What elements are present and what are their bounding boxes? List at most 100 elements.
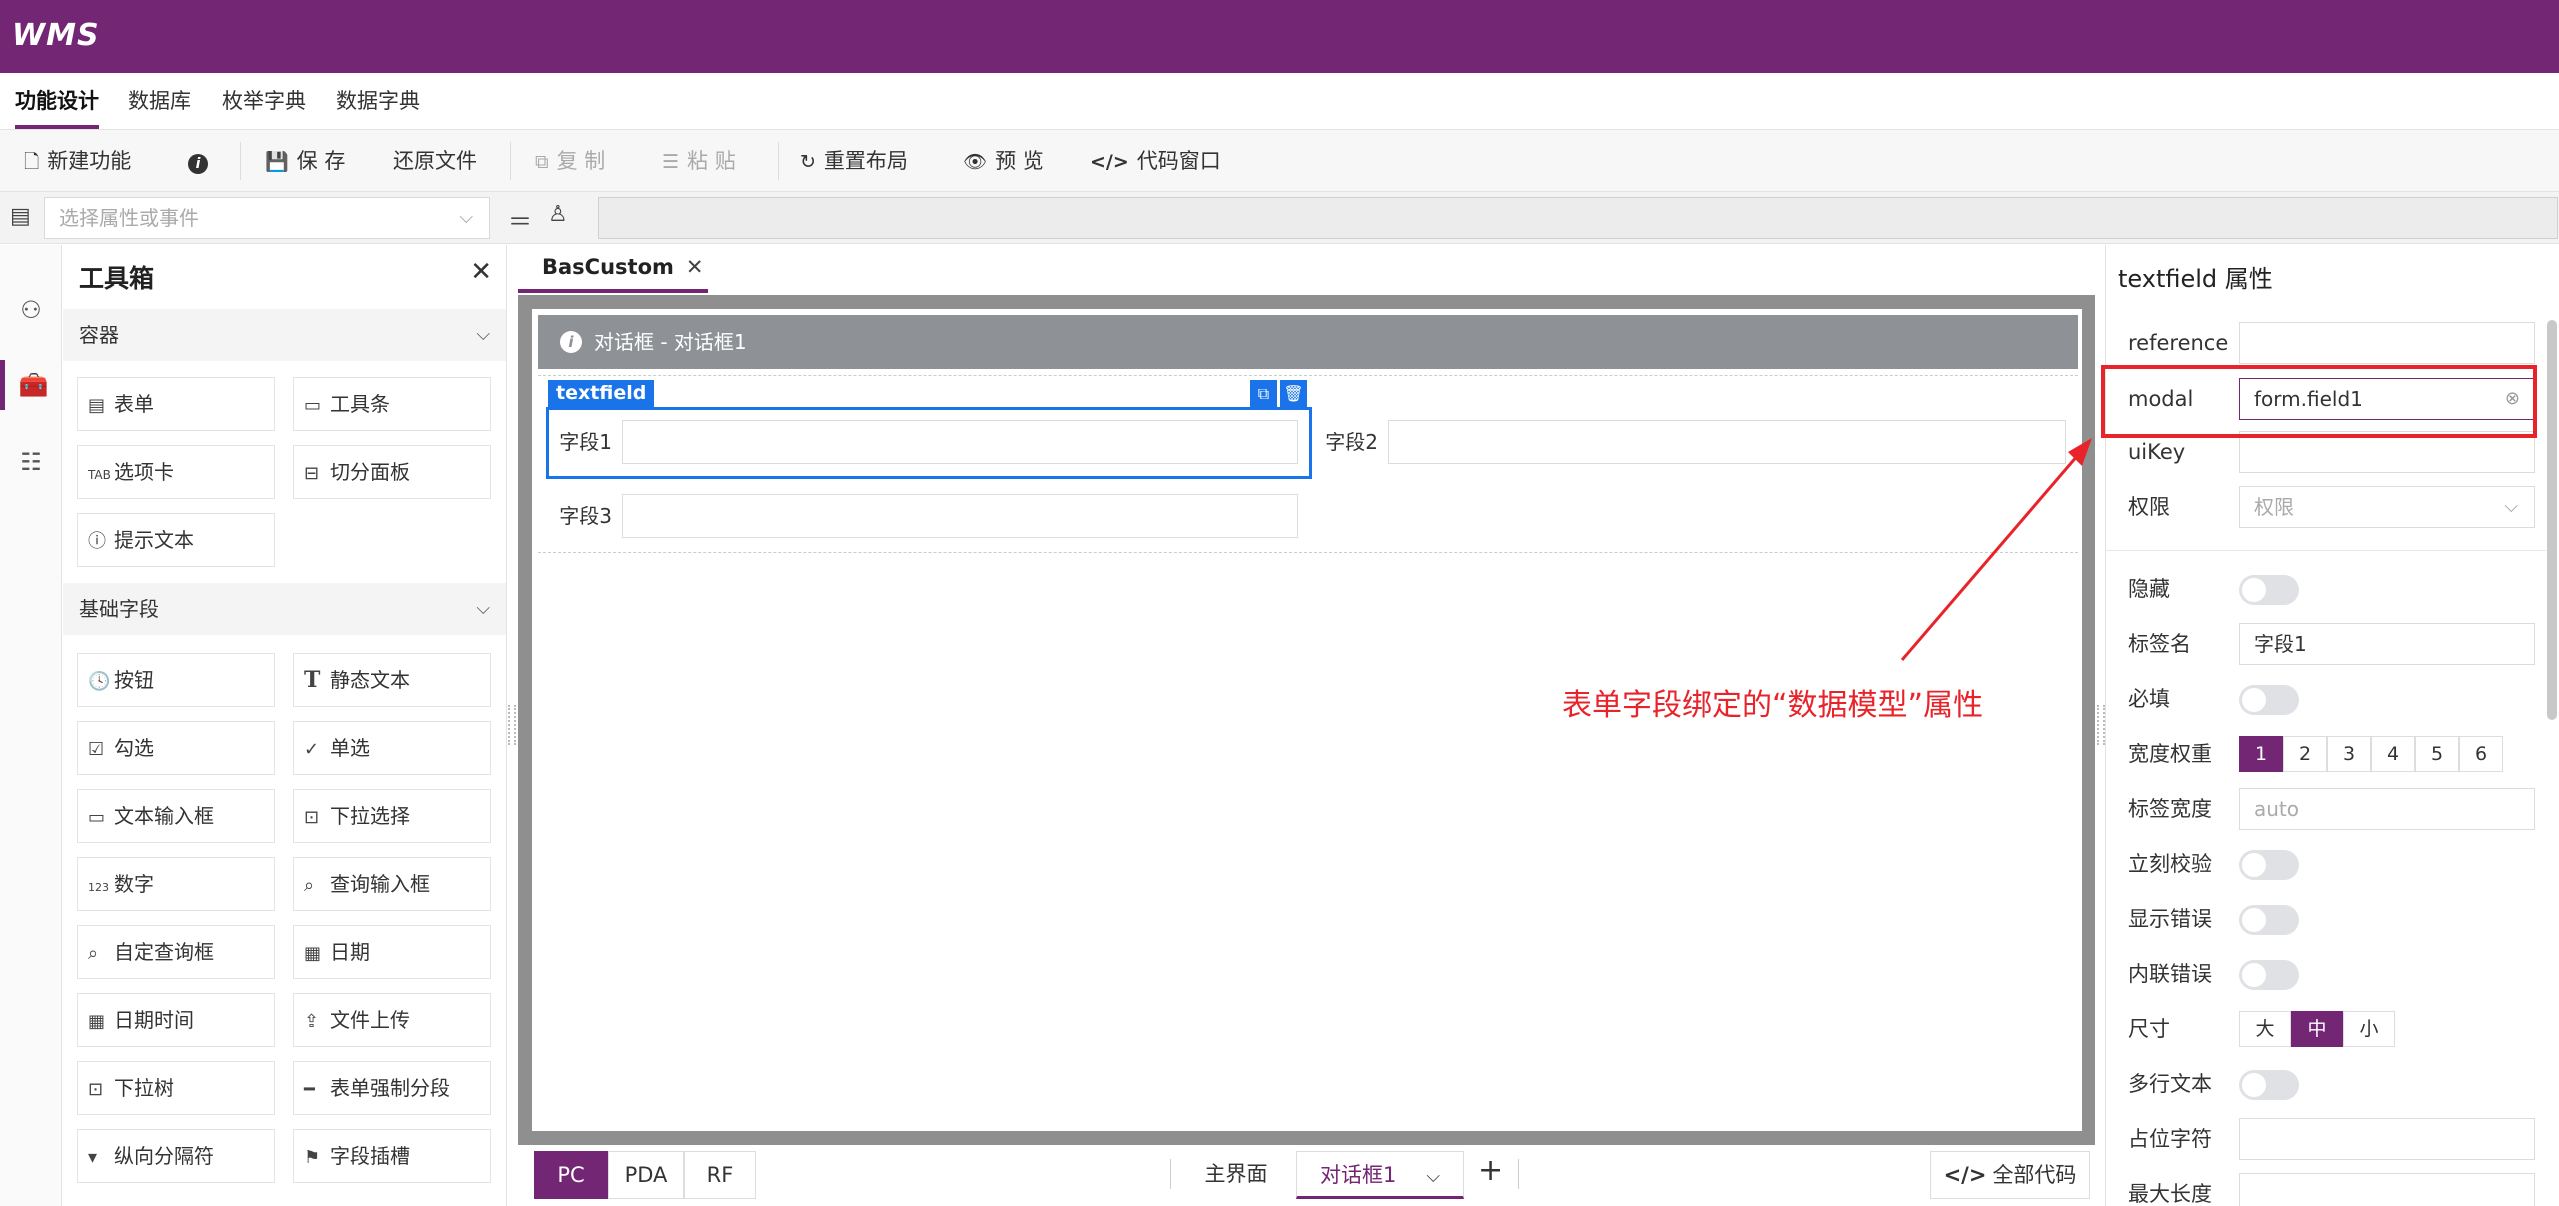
divider — [1170, 1159, 1171, 1189]
right-splitter-handle[interactable] — [2097, 705, 2105, 745]
tree-icon: ⊡ — [88, 1079, 104, 1100]
tool-dropdown[interactable]: ⊡ 下拉选择 — [293, 789, 491, 843]
tool-number[interactable]: 123 数字 — [77, 857, 275, 911]
components-icon[interactable]: ⚇ — [0, 285, 62, 335]
width-weight-5[interactable]: 5 — [2415, 736, 2459, 772]
property-event-select[interactable]: 选择属性或事件 ⌵ — [44, 197, 490, 239]
required-toggle[interactable] — [2239, 685, 2299, 715]
view-tab-main[interactable]: 主界面 — [1186, 1151, 1286, 1199]
prop-size: 尺寸 大 中 小 — [2106, 1005, 2546, 1053]
width-weight-1[interactable]: 1 — [2239, 736, 2283, 772]
app-logo: WMS — [12, 18, 100, 53]
menu-database[interactable]: 数据库 — [128, 73, 191, 129]
section-basic-fields[interactable]: 基础字段 ⌵ — [63, 583, 506, 635]
tool-dropdown-tree[interactable]: ⊡ 下拉树 — [77, 1061, 275, 1115]
new-function-button[interactable]: 🗋 新建功能 — [24, 130, 131, 192]
info-icon: ⓘ — [88, 531, 106, 552]
width-weight-2[interactable]: 2 — [2283, 736, 2327, 772]
platform-rf-button[interactable]: RF — [684, 1151, 756, 1199]
expression-input[interactable] — [598, 197, 2558, 239]
label-name-input[interactable]: 字段1 — [2239, 623, 2535, 665]
new-file-icon: 🗋 — [24, 151, 40, 173]
show-error-toggle[interactable] — [2239, 905, 2299, 935]
label-width-input[interactable]: auto — [2239, 788, 2535, 830]
form-field-3[interactable]: 字段3 — [546, 494, 1306, 538]
tool-file-upload[interactable]: ⇪ 文件上传 — [293, 993, 491, 1047]
tool-static-text[interactable]: T 静态文本 — [293, 653, 491, 707]
tool-radio[interactable]: ✓ 单选 — [293, 721, 491, 775]
toolbox-icon[interactable]: 🧰 — [0, 360, 62, 410]
instant-validate-toggle[interactable] — [2239, 850, 2299, 880]
menu-function-design[interactable]: 功能设计 — [15, 73, 99, 129]
add-icon[interactable]: + — [1478, 1153, 1503, 1188]
flag-icon: ⚑ — [304, 1147, 321, 1168]
dialog-header[interactable]: i 对话框 - 对话框1 — [538, 315, 2078, 369]
tool-tabs[interactable]: TAB 选项卡 — [77, 445, 275, 499]
tool-datetime[interactable]: ▦ 日期时间 — [77, 993, 275, 1047]
tool-checkbox[interactable]: ☑ 勾选 — [77, 721, 275, 775]
section-container[interactable]: 容器 ⌵ — [63, 309, 506, 361]
clock-icon: 🕓 — [88, 671, 111, 692]
tool-toolbar[interactable]: ▭ 工具条 — [293, 377, 491, 431]
toolbox-title: 工具箱 — [79, 264, 155, 293]
tool-text-input[interactable]: ▭ 文本输入框 — [77, 789, 275, 843]
code-window-button[interactable]: </> 代码窗口 — [1090, 130, 1221, 192]
field-input[interactable] — [622, 494, 1298, 538]
tool-split-panel[interactable]: ⊟ 切分面板 — [293, 445, 491, 499]
menu-enum-dictionary[interactable]: 枚举字典 — [222, 73, 306, 129]
tab-bascustom[interactable]: BasCustom ✕ — [518, 245, 708, 293]
chevron-down-icon: ⌵ — [476, 598, 490, 619]
tool-vertical-separator[interactable]: ▾ 纵向分隔符 — [77, 1129, 275, 1183]
platform-pda-button[interactable]: PDA — [608, 1151, 684, 1199]
prop-maxlength: 最大长度 — [2106, 1170, 2546, 1206]
size-large[interactable]: 大 — [2239, 1011, 2291, 1047]
close-icon[interactable]: ✕ — [686, 255, 704, 279]
info-button[interactable]: i — [188, 130, 216, 192]
platform-pc-button[interactable]: PC — [534, 1151, 608, 1199]
preview-button[interactable]: 👁 预 览 — [963, 130, 1044, 192]
outline-icon[interactable]: ☷ — [0, 437, 62, 487]
user-pin-icon[interactable]: ♙ — [548, 202, 568, 227]
size-medium[interactable]: 中 — [2291, 1011, 2343, 1047]
textbox-icon: ▭ — [88, 807, 106, 828]
tool-form[interactable]: ▤ 表单 — [77, 377, 275, 431]
tool-date[interactable]: ▦ 日期 — [293, 925, 491, 979]
reference-input[interactable] — [2239, 322, 2535, 364]
refresh-icon: ↻ — [800, 151, 816, 173]
tool-field-slot[interactable]: ⚑ 字段插槽 — [293, 1129, 491, 1183]
toolbox-panel: 工具箱 ✕ 容器 ⌵ ▤ 表单 ▭ 工具条 TAB 选项卡 ⊟ 切分面板 ⓘ 提示文本 基础… — [63, 245, 507, 1206]
tool-query-input[interactable]: ⌕ 查询输入框 — [293, 857, 491, 911]
hidden-toggle[interactable] — [2239, 575, 2299, 605]
placeholder-input[interactable] — [2239, 1118, 2535, 1160]
all-code-button[interactable]: </> 全部代码 — [1930, 1151, 2090, 1199]
chevron-down-icon[interactable]: ⌵ — [1426, 1166, 1440, 1187]
properties-scrollbar[interactable] — [2547, 320, 2557, 720]
inline-error-toggle[interactable] — [2239, 960, 2299, 990]
tool-custom-query[interactable]: ⌕ 自定查询框 — [77, 925, 275, 979]
trash-icon[interactable]: 🗑 — [1280, 380, 1307, 407]
copy-button[interactable]: ⧉ 复 制 — [535, 130, 605, 192]
multiline-toggle[interactable] — [2239, 1070, 2299, 1100]
left-splitter-handle[interactable] — [508, 705, 516, 745]
toolbar: 🗋 新建功能 i 💾 保 存 还原文件 ⧉ 复 制 ☰ 粘 贴 ↻ 重置布局 👁 预 览 <… — [0, 130, 2559, 192]
menu-data-dictionary[interactable]: 数据字典 — [336, 73, 420, 129]
top-bar — [0, 0, 2559, 73]
maxlength-input[interactable] — [2239, 1173, 2535, 1206]
restore-file-button[interactable]: 还原文件 — [393, 130, 477, 192]
permission-select[interactable]: 权限 ⌵ — [2239, 486, 2535, 528]
view-tab-dialog1[interactable]: 对话框1 ⌵ — [1296, 1151, 1464, 1199]
duplicate-icon[interactable]: ⧉ — [1250, 380, 1277, 407]
tool-form-section[interactable]: ━ 表单强制分段 — [293, 1061, 491, 1115]
selected-field-outline — [546, 407, 1312, 479]
close-icon[interactable]: ✕ — [470, 257, 492, 287]
tool-button[interactable]: 🕓 按钮 — [77, 653, 275, 707]
width-weight-3[interactable]: 3 — [2327, 736, 2371, 772]
chevron-down-icon: ⌵ — [476, 324, 490, 345]
width-weight-4[interactable]: 4 — [2371, 736, 2415, 772]
width-weight-6[interactable]: 6 — [2459, 736, 2503, 772]
paste-button[interactable]: ☰ 粘 贴 — [662, 130, 736, 192]
size-small[interactable]: 小 — [2343, 1011, 2395, 1047]
tool-tip-text[interactable]: ⓘ 提示文本 — [77, 513, 275, 567]
reset-layout-button[interactable]: ↻ 重置布局 — [800, 130, 908, 192]
save-button[interactable]: 💾 保 存 — [265, 130, 345, 192]
